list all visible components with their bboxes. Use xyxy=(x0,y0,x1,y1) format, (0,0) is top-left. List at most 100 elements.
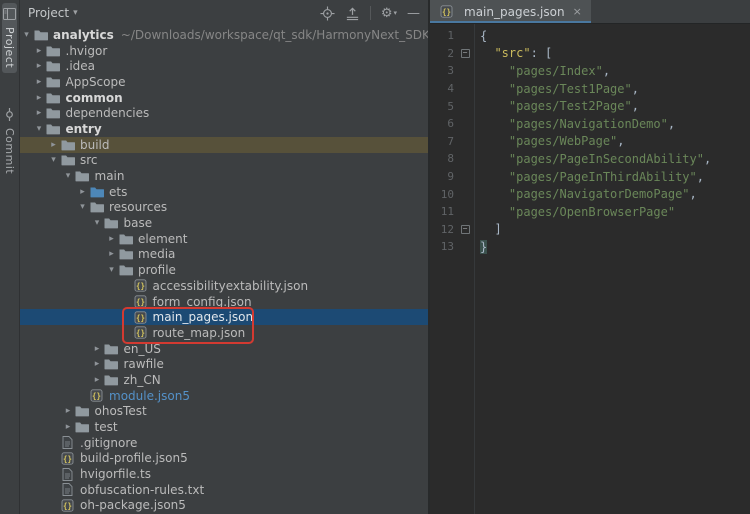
line-number: 2 xyxy=(430,47,456,60)
tree-row-oh-package-json5[interactable]: {}oh-package.json5 xyxy=(20,498,428,514)
code-token: , xyxy=(668,117,675,131)
code-token xyxy=(480,46,494,60)
tree-label: .hvigor xyxy=(66,44,108,58)
tree-row-entry[interactable]: ▾entry xyxy=(20,121,428,137)
collapse-all-icon[interactable] xyxy=(345,6,360,21)
hide-panel-icon[interactable]: — xyxy=(407,7,420,20)
tree-label: resources xyxy=(109,200,167,214)
tree-row-appscope[interactable]: ▸AppScope xyxy=(20,74,428,90)
code-line-13: 13} xyxy=(430,238,750,256)
tree-row-test[interactable]: ▸test xyxy=(20,419,428,435)
project-view-selector[interactable]: Project ▾ xyxy=(28,6,78,20)
close-tab-icon[interactable]: × xyxy=(573,5,582,18)
tree-row-route-map-json[interactable]: {}route_map.json xyxy=(20,325,428,341)
code-text: "pages/Index", xyxy=(480,64,610,78)
line-number: 6 xyxy=(430,117,456,130)
tree-row-gitignore[interactable]: .gitignore xyxy=(20,435,428,451)
tree-row-build[interactable]: ▸ build xyxy=(20,137,428,153)
fold-collapse-icon[interactable]: − xyxy=(461,49,470,58)
line-number: 3 xyxy=(430,64,456,77)
chevron-collapsed-icon[interactable]: ▸ xyxy=(76,187,89,197)
chevron-collapsed-icon[interactable]: ▸ xyxy=(33,108,46,118)
chevron-collapsed-icon[interactable]: ▸ xyxy=(105,249,118,259)
code-line-2: 2− "src": [ xyxy=(430,45,750,63)
chevron-collapsed-icon[interactable]: ▸ xyxy=(91,359,104,369)
editor-tab-main-pages-json[interactable]: {} main_pages.json × xyxy=(430,0,591,23)
tree-row-media[interactable]: ▸media xyxy=(20,247,428,263)
tree-row-en-us[interactable]: ▸en_US xyxy=(20,341,428,357)
tree-row-obfuscation-rules-txt[interactable]: obfuscation-rules.txt xyxy=(20,482,428,498)
tree-row-dependencies[interactable]: ▸dependencies xyxy=(20,105,428,121)
chevron-collapsed-icon[interactable]: ▸ xyxy=(105,234,118,244)
chevron-expanded-icon[interactable]: ▾ xyxy=(76,202,89,212)
tree-row-ohostest[interactable]: ▸ohosTest xyxy=(20,404,428,420)
json-file-icon: {} xyxy=(133,311,148,324)
code-token: "pages/WebPage" xyxy=(509,134,617,148)
tool-window-button-commit[interactable]: Commit xyxy=(2,103,17,179)
tree-row-zh-cn[interactable]: ▸zh_CN xyxy=(20,372,428,388)
settings-gear-icon[interactable]: ⚙▾ xyxy=(381,7,397,20)
json-file-icon: {} xyxy=(439,5,454,18)
chevron-expanded-icon[interactable]: ▾ xyxy=(105,265,118,275)
tree-row-hvigor[interactable]: ▸ .hvigor xyxy=(20,43,428,59)
code-text: "pages/Test2Page", xyxy=(480,99,639,113)
tree-label: src xyxy=(80,153,98,167)
chevron-collapsed-icon[interactable]: ▸ xyxy=(62,406,75,416)
tree-row-main-pages-json[interactable]: {}main_pages.json xyxy=(20,309,428,325)
tree-row-build-profile-json5[interactable]: {}build-profile.json5 xyxy=(20,451,428,467)
chevron-collapsed-icon[interactable]: ▸ xyxy=(33,93,46,103)
ide-window: ProjectCommit Project ▾ ⚙▾ — ▾an xyxy=(0,0,750,514)
chevron-collapsed-icon[interactable]: ▸ xyxy=(91,375,104,385)
chevron-expanded-icon[interactable]: ▾ xyxy=(20,30,33,40)
code-token: "pages/PageInSecondAbility" xyxy=(509,152,704,166)
left-tool-strip: Project Commit xyxy=(0,0,20,514)
tree-row-accessibilityextability-json[interactable]: {}accessibilityextability.json xyxy=(20,278,428,294)
line-number: 11 xyxy=(430,205,456,218)
project-panel-header: Project ▾ ⚙▾ — xyxy=(20,0,428,26)
code-token: , xyxy=(697,170,704,184)
tree-row-analytics[interactable]: ▾analytics~/Downloads/workspace/qt_sdk/H… xyxy=(20,27,428,43)
tree-row-src[interactable]: ▾ src xyxy=(20,153,428,169)
folder-icon xyxy=(60,154,75,166)
project-panel: Project ▾ ⚙▾ — ▾analytics~/Downloads/wor… xyxy=(20,0,430,514)
chevron-expanded-icon[interactable]: ▾ xyxy=(47,155,60,165)
chevron-expanded-icon[interactable]: ▾ xyxy=(91,218,104,228)
tree-label: oh-package.json5 xyxy=(80,498,186,512)
locate-file-icon[interactable] xyxy=(320,6,335,21)
chevron-expanded-icon[interactable]: ▾ xyxy=(33,124,46,134)
code-editor[interactable]: 1{2− "src": [3 "pages/Index",4 "pages/Te… xyxy=(430,24,750,514)
tree-row-resources[interactable]: ▾ resources xyxy=(20,200,428,216)
project-tree: ▾analytics~/Downloads/workspace/qt_sdk/H… xyxy=(20,26,428,514)
fold-collapse-icon[interactable]: − xyxy=(461,225,470,234)
folder-icon xyxy=(118,264,133,276)
chevron-collapsed-icon[interactable]: ▸ xyxy=(47,140,60,150)
tree-row-element[interactable]: ▸element xyxy=(20,231,428,247)
tree-row-profile[interactable]: ▾profile xyxy=(20,262,428,278)
tree-row-rawfile[interactable]: ▸rawfile xyxy=(20,356,428,372)
code-token: "pages/NavigationDemo" xyxy=(509,117,668,131)
chevron-collapsed-icon[interactable]: ▸ xyxy=(33,77,46,87)
tree-row-form-config-json[interactable]: {}form_config.json xyxy=(20,294,428,310)
code-text: ] xyxy=(480,222,502,236)
tree-row-module-json5[interactable]: {}module.json5 xyxy=(20,388,428,404)
chevron-collapsed-icon[interactable]: ▸ xyxy=(33,46,46,56)
tree-label: build xyxy=(80,138,110,152)
chevron-collapsed-icon[interactable]: ▸ xyxy=(33,61,46,71)
tree-row-main[interactable]: ▾main xyxy=(20,168,428,184)
chevron-expanded-icon[interactable]: ▾ xyxy=(62,171,75,181)
tree-label: obfuscation-rules.txt xyxy=(80,483,204,497)
line-number: 10 xyxy=(430,188,456,201)
tree-row-common[interactable]: ▸common xyxy=(20,90,428,106)
chevron-collapsed-icon[interactable]: ▸ xyxy=(62,422,75,432)
tree-row-idea[interactable]: ▸.idea xyxy=(20,58,428,74)
tree-row-base[interactable]: ▾base xyxy=(20,215,428,231)
tree-row-ets[interactable]: ▸ets xyxy=(20,184,428,200)
line-number: 13 xyxy=(430,240,456,253)
tool-window-button-project[interactable]: Project xyxy=(2,3,17,73)
chevron-collapsed-icon[interactable]: ▸ xyxy=(91,344,104,354)
svg-text:{}: {} xyxy=(135,297,144,306)
code-token: , xyxy=(704,152,711,166)
tree-row-hvigorfile-ts[interactable]: hvigorfile.ts xyxy=(20,466,428,482)
commit-tool-icon xyxy=(3,108,16,124)
code-token xyxy=(480,222,494,236)
